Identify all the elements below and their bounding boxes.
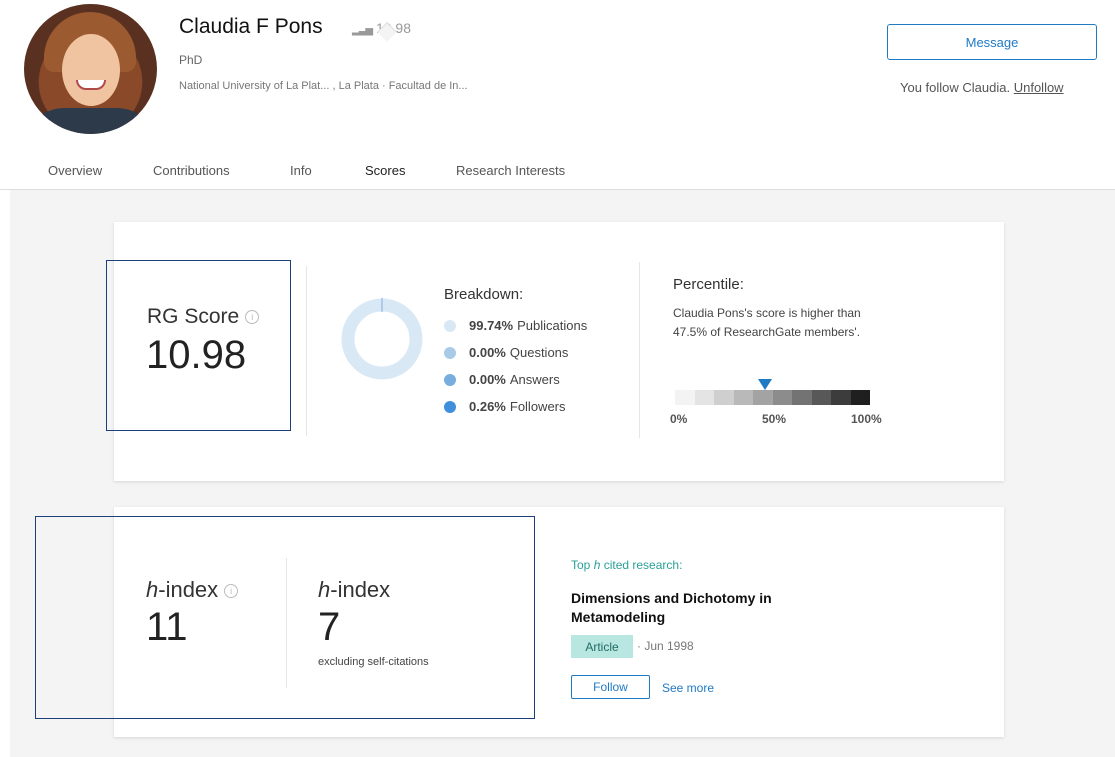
breakdown-label: Publications bbox=[517, 318, 588, 333]
follow-button[interactable]: Follow bbox=[571, 675, 650, 699]
tab-info[interactable]: Info bbox=[290, 163, 312, 178]
scale-segment bbox=[714, 390, 734, 405]
follow-status-text: You follow Claudia. bbox=[900, 80, 1014, 95]
scale-segment bbox=[675, 390, 695, 405]
scale-segment bbox=[772, 390, 792, 405]
legend-dot bbox=[444, 373, 456, 386]
percentile-tick-100: 100% bbox=[851, 412, 882, 426]
highlight-box-rg-score bbox=[106, 260, 291, 431]
top-cited-label-pre: Top bbox=[571, 558, 594, 572]
paper-date: · Jun 1998 bbox=[637, 639, 694, 653]
scale-segment bbox=[733, 390, 753, 405]
percentile-text: Claudia Pons's score is higher than 47.5… bbox=[673, 306, 861, 339]
unfollow-link[interactable]: Unfollow bbox=[1014, 80, 1064, 95]
top-cited-label-post: cited research: bbox=[600, 558, 683, 572]
scale-segment bbox=[694, 390, 714, 405]
percentile-title: Percentile: bbox=[673, 276, 744, 293]
profile-name[interactable]: Claudia F Pons bbox=[179, 15, 323, 39]
profile-header: Claudia F Pons ▂▃▅ 10.98 PhD National Un… bbox=[0, 0, 1115, 190]
legend-dot bbox=[444, 346, 456, 359]
breakdown-pct: 0.00% bbox=[469, 372, 506, 387]
paper-title-link[interactable]: Dimensions and Dichotomy in Metamodeling bbox=[571, 589, 841, 627]
breakdown-label: Questions bbox=[509, 345, 569, 360]
divider bbox=[306, 266, 307, 436]
top-cited-label: Top h cited research: bbox=[571, 558, 682, 572]
avatar-shoulders bbox=[24, 108, 157, 134]
bar-chart-icon: ▂▃▅ bbox=[352, 25, 373, 36]
scale-segment bbox=[811, 390, 831, 405]
legend-dot bbox=[444, 400, 456, 413]
breakdown-donut-chart bbox=[341, 298, 423, 380]
profile-tabs: Overview Contributions Info Scores Resea… bbox=[0, 158, 1115, 190]
tab-scores[interactable]: Scores bbox=[365, 163, 405, 178]
breakdown-label: Answers bbox=[509, 372, 560, 387]
tab-research-interests[interactable]: Research Interests bbox=[456, 163, 565, 178]
breakdown-label: Followers bbox=[509, 399, 566, 414]
breakdown-pct: 0.00% bbox=[469, 345, 506, 360]
scale-segment bbox=[753, 390, 773, 405]
tab-overview[interactable]: Overview bbox=[48, 163, 102, 178]
tab-contributions[interactable]: Contributions bbox=[153, 163, 230, 178]
breakdown-title: Breakdown: bbox=[444, 286, 524, 303]
breakdown-item: 99.74% Publications bbox=[444, 318, 587, 333]
percentile-marker bbox=[758, 379, 772, 390]
avatar[interactable] bbox=[24, 4, 157, 134]
profile-degree: PhD bbox=[179, 53, 203, 67]
profile-affiliation[interactable]: National University of La Plat... , La P… bbox=[179, 80, 468, 92]
breakdown-pct: 99.74% bbox=[469, 318, 514, 333]
follow-status: You follow Claudia. Unfollow bbox=[900, 80, 1064, 95]
breakdown-item: 0.00% Questions bbox=[444, 345, 568, 360]
scale-segment bbox=[792, 390, 812, 405]
scale-segment bbox=[850, 390, 870, 405]
breakdown-pct: 0.26% bbox=[469, 399, 506, 414]
message-button[interactable]: Message bbox=[887, 24, 1097, 60]
avatar-face bbox=[62, 34, 120, 106]
highlight-box-h-index bbox=[35, 516, 535, 719]
article-type-badge: Article bbox=[571, 635, 633, 658]
legend-dot bbox=[444, 319, 456, 332]
percentile-scale bbox=[675, 390, 870, 405]
percentile-tick-0: 0% bbox=[670, 412, 688, 426]
divider bbox=[639, 262, 640, 438]
donut-segment-publications bbox=[341, 298, 423, 380]
breakdown-item: 0.00% Answers bbox=[444, 372, 560, 387]
see-more-link[interactable]: See more bbox=[662, 681, 714, 695]
scale-segment bbox=[831, 390, 851, 405]
percentile-tick-50: 50% bbox=[762, 412, 787, 426]
breakdown-item: 0.26% Followers bbox=[444, 399, 566, 414]
